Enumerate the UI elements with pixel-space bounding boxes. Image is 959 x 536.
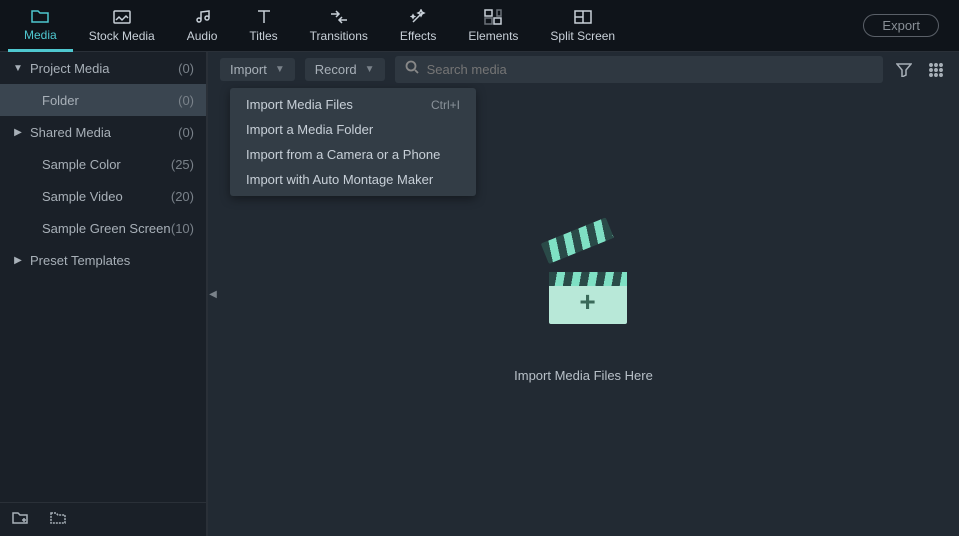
tab-transitions[interactable]: Transitions bbox=[294, 0, 384, 52]
dropdown-label: Import bbox=[230, 62, 267, 77]
import-hint-text: Import Media Files Here bbox=[514, 368, 653, 383]
chevron-down-icon: ▼ bbox=[365, 64, 375, 75]
music-icon bbox=[193, 8, 211, 26]
sidebar-item-shared-media[interactable]: ▶ Shared Media (0) bbox=[0, 116, 206, 148]
sidebar-item-sample-video[interactable]: Sample Video (20) bbox=[0, 180, 206, 212]
menu-import-media-folder[interactable]: Import a Media Folder bbox=[230, 117, 476, 142]
tab-elements[interactable]: Elements bbox=[452, 0, 534, 52]
menu-item-label: Import Media Files bbox=[246, 97, 353, 112]
image-icon bbox=[113, 8, 131, 26]
tab-stock-media[interactable]: Stock Media bbox=[73, 0, 171, 52]
sidebar-item-sample-green-screen[interactable]: Sample Green Screen (10) bbox=[0, 212, 206, 244]
sidebar-item-sample-color[interactable]: Sample Color (25) bbox=[0, 148, 206, 180]
sidebar-item-label: Sample Video bbox=[42, 189, 171, 204]
chevron-down-icon: ▼ bbox=[12, 63, 24, 74]
tab-label: Audio bbox=[187, 29, 218, 43]
search-field[interactable] bbox=[395, 56, 883, 83]
record-dropdown[interactable]: Record ▼ bbox=[305, 58, 385, 81]
main-area: ▼ Project Media (0) Folder (0) ▶ Shared … bbox=[0, 52, 959, 536]
tab-label: Effects bbox=[400, 29, 436, 43]
sidebar-item-project-media[interactable]: ▼ Project Media (0) bbox=[0, 52, 206, 84]
content-toolbar: Import ▼ Record ▼ bbox=[208, 52, 959, 88]
sidebar-item-preset-templates[interactable]: ▶ Preset Templates bbox=[0, 244, 206, 276]
sidebar-item-count: (10) bbox=[171, 221, 194, 236]
sidebar-item-label: Preset Templates bbox=[30, 253, 194, 268]
search-input[interactable] bbox=[427, 62, 873, 77]
chevron-right-icon: ▶ bbox=[12, 255, 24, 266]
import-dropdown-menu: Import Media Files Ctrl+I Import a Media… bbox=[230, 88, 476, 196]
split-screen-icon bbox=[574, 8, 592, 26]
sidebar-item-count: (0) bbox=[178, 93, 194, 108]
menu-import-auto-montage[interactable]: Import with Auto Montage Maker bbox=[230, 167, 476, 192]
menu-item-label: Import a Media Folder bbox=[246, 122, 373, 137]
main-toolbar: Media Stock Media Audio Titles Transitio… bbox=[0, 0, 959, 52]
import-dropdown[interactable]: Import ▼ bbox=[220, 58, 295, 81]
shapes-icon bbox=[484, 8, 502, 26]
export-button[interactable]: Export bbox=[863, 14, 939, 37]
menu-item-label: Import from a Camera or a Phone bbox=[246, 147, 440, 162]
tab-effects[interactable]: Effects bbox=[384, 0, 452, 52]
menu-item-shortcut: Ctrl+I bbox=[431, 98, 460, 112]
dropdown-label: Record bbox=[315, 62, 357, 77]
folder-icon bbox=[31, 7, 49, 25]
menu-import-media-files[interactable]: Import Media Files Ctrl+I bbox=[230, 92, 476, 117]
sidebar-item-count: (0) bbox=[178, 61, 194, 76]
transitions-icon bbox=[330, 8, 348, 26]
text-icon bbox=[255, 8, 273, 26]
sidebar-list: ▼ Project Media (0) Folder (0) ▶ Shared … bbox=[0, 52, 206, 502]
sidebar-item-count: (0) bbox=[178, 125, 194, 140]
search-icon bbox=[405, 60, 419, 79]
grid-view-icon[interactable] bbox=[925, 59, 947, 81]
tab-media[interactable]: Media bbox=[8, 0, 73, 52]
menu-item-label: Import with Auto Montage Maker bbox=[246, 172, 433, 187]
tab-titles[interactable]: Titles bbox=[233, 0, 293, 52]
tab-audio[interactable]: Audio bbox=[171, 0, 234, 52]
tab-split-screen[interactable]: Split Screen bbox=[534, 0, 631, 52]
sidebar-item-label: Sample Color bbox=[42, 157, 171, 172]
clapperboard-icon: + bbox=[539, 242, 629, 332]
tab-label: Stock Media bbox=[89, 29, 155, 43]
filter-icon[interactable] bbox=[893, 59, 915, 81]
chevron-down-icon: ▼ bbox=[275, 64, 285, 75]
sidebar-item-label: Shared Media bbox=[30, 125, 178, 140]
tab-label: Split Screen bbox=[550, 29, 615, 43]
tab-label: Media bbox=[24, 28, 57, 42]
delete-folder-icon[interactable] bbox=[50, 510, 66, 529]
sidebar-item-count: (20) bbox=[171, 189, 194, 204]
tab-label: Titles bbox=[249, 29, 277, 43]
wand-icon bbox=[409, 8, 427, 26]
sidebar: ▼ Project Media (0) Folder (0) ▶ Shared … bbox=[0, 52, 207, 536]
tab-label: Transitions bbox=[310, 29, 368, 43]
chevron-right-icon: ▶ bbox=[12, 127, 24, 138]
sidebar-item-label: Folder bbox=[42, 93, 178, 108]
content-panel: ◀ Import ▼ Record ▼ Import Media Files C… bbox=[207, 52, 959, 536]
sidebar-item-folder[interactable]: Folder (0) bbox=[0, 84, 206, 116]
sidebar-item-label: Sample Green Screen bbox=[42, 221, 171, 236]
sidebar-footer bbox=[0, 502, 206, 536]
new-folder-icon[interactable] bbox=[12, 510, 28, 529]
tab-label: Elements bbox=[468, 29, 518, 43]
menu-import-camera-phone[interactable]: Import from a Camera or a Phone bbox=[230, 142, 476, 167]
sidebar-item-label: Project Media bbox=[30, 61, 178, 76]
sidebar-item-count: (25) bbox=[171, 157, 194, 172]
